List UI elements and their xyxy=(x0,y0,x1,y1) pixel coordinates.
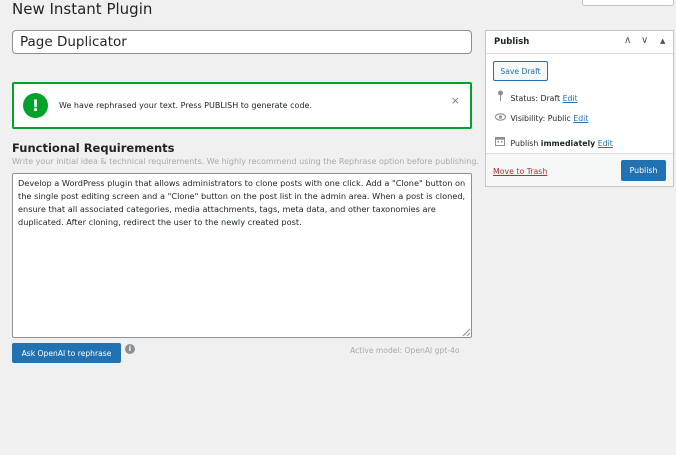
screen-options-button[interactable] xyxy=(582,0,674,6)
save-draft-button[interactable]: Save Draft xyxy=(493,61,548,81)
visibility-row: Visibility: Public Edit xyxy=(494,113,588,123)
pin-icon xyxy=(494,90,506,103)
success-notice: ! We have rephrased your text. Press PUB… xyxy=(12,82,472,129)
plugin-title-input[interactable] xyxy=(12,30,472,54)
success-icon: ! xyxy=(23,93,48,118)
calendar-icon xyxy=(494,136,506,148)
active-model-text: Active model: OpenAI gpt-4o xyxy=(350,346,460,355)
ask-openai-rephrase-button[interactable]: Ask OpenAI to rephrase xyxy=(12,343,121,363)
publish-button[interactable]: Publish xyxy=(621,160,666,181)
requirements-heading: Functional Requirements xyxy=(12,141,175,155)
publish-metabox-header: Publish ∧ ∨ ▲ xyxy=(486,31,673,54)
info-icon[interactable]: i xyxy=(125,344,135,354)
requirements-textarea[interactable]: Develop a WordPress plugin that allows a… xyxy=(12,173,472,338)
toggle-panel-icon[interactable]: ▲ xyxy=(660,37,665,45)
edit-status-link[interactable]: Edit xyxy=(563,94,578,103)
schedule-row: Publish immediately Edit xyxy=(494,136,613,148)
publish-timing: immediately xyxy=(540,139,596,148)
resize-grip-icon[interactable] xyxy=(462,328,471,337)
edit-visibility-link[interactable]: Edit xyxy=(573,114,588,123)
publish-actions: Move to Trash Publish xyxy=(486,153,673,186)
publish-metabox: Publish ∧ ∨ ▲ Save Draft Status: Draft E… xyxy=(485,30,674,187)
move-down-icon[interactable]: ∨ xyxy=(641,35,648,46)
status-label: Status: xyxy=(510,94,538,103)
publish-label: Publish xyxy=(510,139,539,148)
move-to-trash-link[interactable]: Move to Trash xyxy=(493,167,547,176)
visibility-label: Visibility: xyxy=(510,114,546,123)
edit-schedule-link[interactable]: Edit xyxy=(598,139,613,148)
visibility-value: Public xyxy=(547,114,571,123)
move-up-icon[interactable]: ∧ xyxy=(624,35,631,46)
eye-icon xyxy=(494,113,506,123)
status-row: Status: Draft Edit xyxy=(494,90,578,103)
page-title: New Instant Plugin xyxy=(12,0,153,18)
publish-metabox-title: Publish xyxy=(494,37,530,47)
notice-message: We have rephrased your text. Press PUBLI… xyxy=(59,101,312,110)
close-icon[interactable]: × xyxy=(451,94,460,107)
requirements-help-text: Write your initial idea & technical requ… xyxy=(12,157,479,166)
status-value: Draft xyxy=(540,94,561,103)
